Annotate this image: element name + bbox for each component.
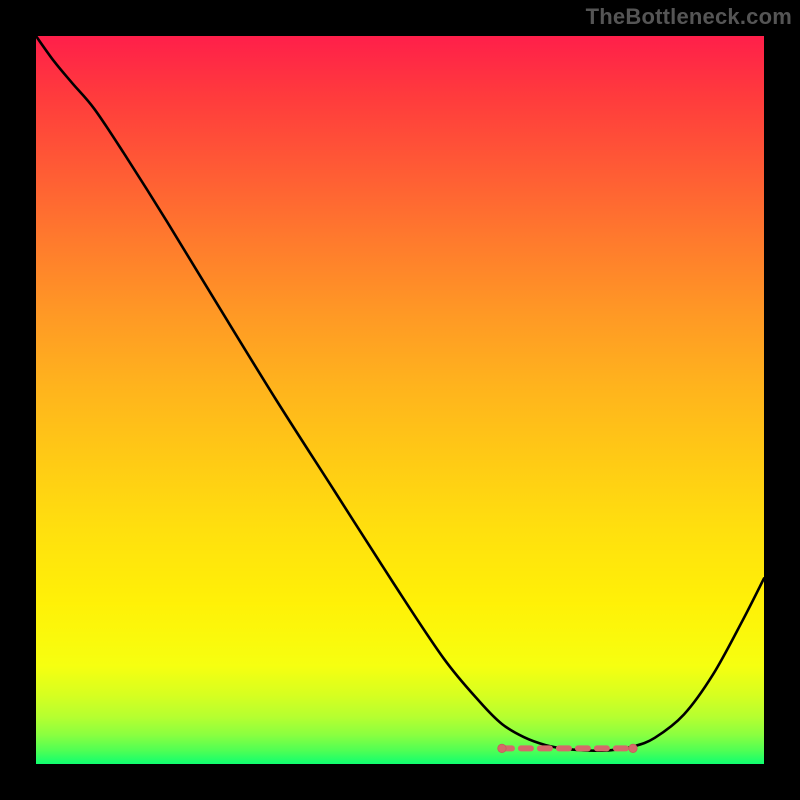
plot-area	[36, 36, 764, 764]
flat-segment-end-dot	[629, 744, 637, 752]
flat-segment-end-dot	[498, 744, 506, 752]
flat-segment-markers	[498, 744, 637, 752]
chart-frame: TheBottleneck.com	[0, 0, 800, 800]
watermark-text: TheBottleneck.com	[586, 4, 792, 30]
curve-path	[36, 36, 764, 751]
bottleneck-curve	[36, 36, 764, 764]
